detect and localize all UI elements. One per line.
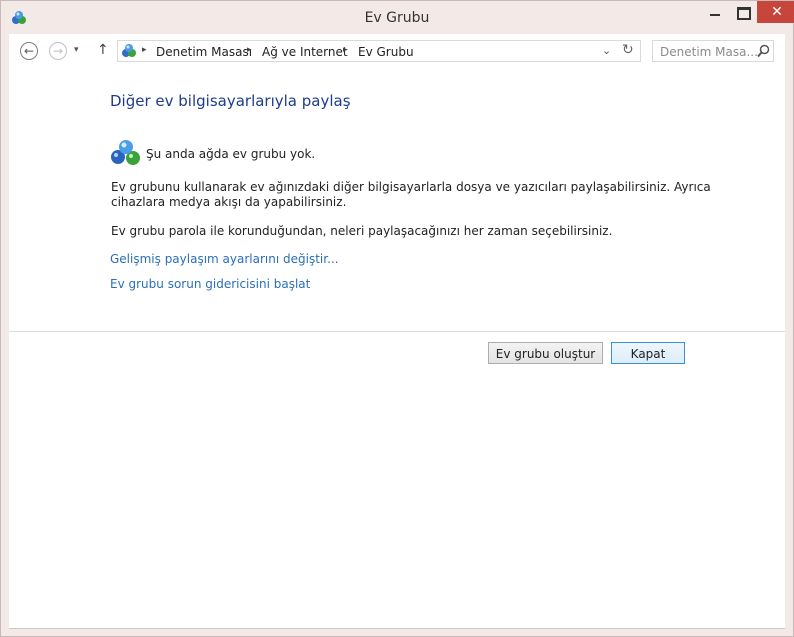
up-arrow-icon: ↑: [97, 42, 109, 58]
back-button[interactable]: ←: [20, 42, 38, 60]
forward-button[interactable]: →: [49, 42, 67, 60]
breadcrumb-control-panel[interactable]: Denetim Masası: [156, 45, 252, 59]
advanced-sharing-link[interactable]: Gelişmiş paylaşım ayarlarını değiştir...: [110, 252, 339, 266]
homegroup-icon: [111, 140, 140, 165]
minimize-icon: [710, 14, 720, 16]
homegroup-window: Ev Grubu ✕ ← → ▾ ↑ ▸ Denetim Masası ▸ Ağ…: [0, 0, 794, 637]
close-window-button[interactable]: ✕: [757, 1, 794, 23]
divider: [9, 331, 785, 332]
breadcrumb-separator-icon[interactable]: ▸: [247, 45, 252, 55]
address-dropdown-icon[interactable]: ⌄: [602, 44, 611, 57]
breadcrumb-network-internet[interactable]: Ağ ve Internet: [262, 45, 348, 59]
breadcrumb-separator-icon[interactable]: ▸: [142, 45, 147, 55]
maximize-icon: [737, 7, 751, 20]
homegroup-status: Şu anda ağda ev grubu yok.: [146, 147, 316, 161]
breadcrumb-separator-icon[interactable]: ▸: [343, 45, 348, 55]
search-icon[interactable]: [757, 44, 770, 58]
up-button[interactable]: ↑: [97, 42, 109, 58]
window-title: Ev Grubu: [364, 10, 430, 26]
search-placeholder: Denetim Masa...: [660, 45, 758, 59]
recent-locations-button[interactable]: ▾: [74, 45, 79, 55]
password-info-paragraph: Ev grubu parola ile korunduğundan, neler…: [111, 224, 613, 238]
troubleshooter-link[interactable]: Ev grubu sorun gidericisini başlat: [110, 277, 310, 291]
window-bottom-border: [9, 628, 785, 629]
back-arrow-icon: ←: [23, 44, 35, 58]
description-paragraph: Ev grubunu kullanarak ev ağınızdaki diğe…: [111, 180, 711, 209]
create-homegroup-button[interactable]: Ev grubu oluştur: [488, 342, 603, 364]
minimize-button[interactable]: [701, 1, 729, 23]
forward-arrow-icon: →: [52, 44, 64, 58]
page-title: Diğer ev bilgisayarlarıyla paylaş: [110, 92, 351, 110]
chevron-down-icon: ▾: [74, 45, 79, 55]
content-pane: Diğer ev bilgisayarlarıyla paylaş Şu and…: [9, 68, 785, 628]
title-bar: Ev Grubu ✕: [1, 1, 794, 34]
address-bar[interactable]: ▸ Denetim Masası ▸ Ağ ve Internet ▸ Ev G…: [117, 40, 641, 62]
breadcrumb-homegroup[interactable]: Ev Grubu: [358, 45, 414, 59]
homegroup-icon: [122, 44, 136, 57]
close-button[interactable]: Kapat: [611, 342, 685, 364]
navigation-bar: ← → ▾ ↑ ▸ Denetim Masası ▸ Ağ ve Interne…: [9, 34, 785, 69]
refresh-icon[interactable]: ↻: [622, 42, 634, 58]
close-icon: ✕: [771, 4, 783, 20]
search-box[interactable]: Denetim Masa...: [652, 40, 774, 62]
maximize-button[interactable]: [729, 1, 757, 23]
